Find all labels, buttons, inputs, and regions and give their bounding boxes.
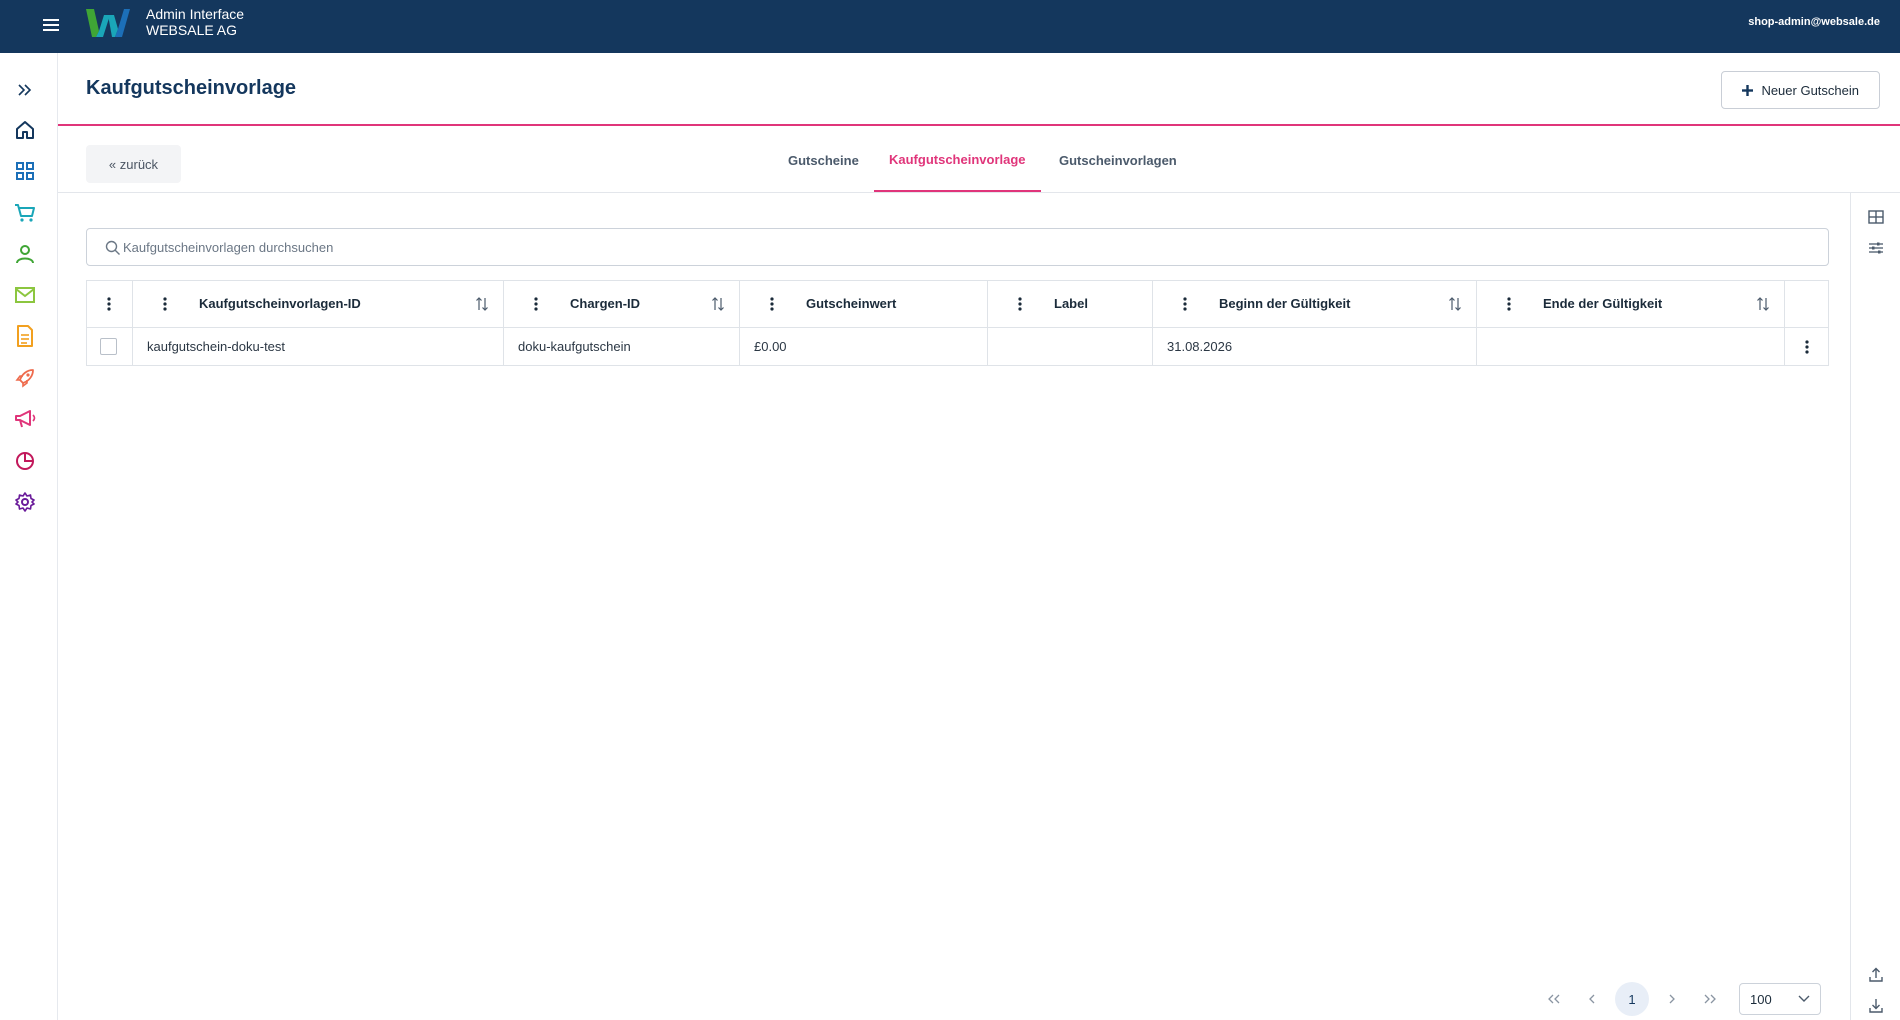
last-page-icon[interactable]: [1691, 982, 1729, 1016]
cell-label: [987, 328, 1152, 365]
cart-icon[interactable]: [12, 200, 38, 226]
first-page-icon[interactable]: [1535, 982, 1573, 1016]
brand-text: Admin Interface WEBSALE AG: [146, 6, 244, 38]
download-icon[interactable]: [1864, 994, 1888, 1018]
cell-template-id: kaufgutschein-doku-test: [132, 328, 503, 365]
brand-title: Admin Interface: [146, 6, 245, 22]
gear-icon[interactable]: [12, 489, 38, 515]
tab-bar: Gutscheine Kaufgutscheinvorlage Gutschei…: [58, 128, 1900, 193]
column-menu-icon[interactable]: [1499, 294, 1519, 314]
websale-logo[interactable]: [86, 7, 130, 39]
row-checkbox[interactable]: [100, 338, 117, 355]
page-header: Kaufgutscheinvorlage Neuer Gutschein: [58, 53, 1900, 126]
select-column-header: [87, 281, 132, 327]
table-header-row: Kaufgutscheinvorlagen-ID Chargen-ID Guts…: [87, 281, 1828, 327]
pie-chart-icon[interactable]: [12, 448, 38, 474]
search-input[interactable]: [123, 229, 1813, 265]
user-email[interactable]: shop-admin@websale.de: [1748, 16, 1880, 28]
table-row[interactable]: kaufgutschein-doku-test doku-kaufgutsche…: [87, 327, 1828, 365]
column-header-label: Chargen-ID: [570, 296, 641, 311]
column-header-label: Ende der Gültigkeit: [1543, 296, 1663, 311]
column-header-label: Label: [1054, 296, 1088, 311]
page-title: Kaufgutscheinvorlage: [86, 77, 297, 99]
brand-company: WEBSALE AG: [146, 22, 238, 38]
sort-icon[interactable]: [1754, 295, 1772, 313]
plus-icon: [1742, 84, 1754, 96]
previous-page-icon[interactable]: [1573, 982, 1611, 1016]
cell-voucher-value: £0.00: [739, 328, 987, 365]
right-tool-rail: [1850, 193, 1900, 1020]
column-header-label: Gutscheinwert: [806, 296, 897, 311]
cell-valid-until: [1476, 328, 1784, 365]
megaphone-icon[interactable]: [12, 406, 38, 432]
expand-icon[interactable]: [12, 77, 38, 103]
cell-value: doku-kaufgutschein: [518, 339, 631, 354]
current-page-button[interactable]: 1: [1615, 982, 1649, 1016]
column-header-label: Kaufgutscheinvorlagen-ID: [199, 296, 361, 311]
home-icon[interactable]: [12, 117, 38, 143]
pagination: 1 100: [1535, 982, 1821, 1016]
column-header-template-id[interactable]: Kaufgutscheinvorlagen-ID: [132, 281, 503, 327]
chevron-down-icon: [1798, 995, 1810, 1002]
cell-value: kaufgutschein-doku-test: [147, 339, 286, 354]
back-button[interactable]: « zurück: [86, 145, 181, 183]
row-select-cell: [87, 328, 132, 365]
column-menu-icon[interactable]: [762, 294, 782, 314]
row-menu-icon[interactable]: [1797, 337, 1817, 357]
sort-icon[interactable]: [709, 295, 727, 313]
cell-batch-id: doku-kaufgutschein: [503, 328, 739, 365]
column-header-valid-from[interactable]: Beginn der Gültigkeit: [1152, 281, 1476, 327]
cell-value: 31.08.2026: [1167, 339, 1233, 354]
new-voucher-button[interactable]: Neuer Gutschein: [1721, 71, 1880, 109]
hamburger-menu-icon[interactable]: [38, 12, 64, 38]
search-icon: [105, 240, 120, 255]
table-view-icon[interactable]: [1864, 205, 1888, 229]
page-size-value: 100: [1750, 991, 1772, 1007]
row-actions-cell: [1784, 328, 1828, 365]
top-bar: Admin Interface WEBSALE AG shop-admin@we…: [0, 0, 1900, 53]
left-navigation: [0, 53, 58, 1020]
actions-column-header: [1784, 281, 1828, 327]
mail-icon[interactable]: [12, 282, 38, 308]
document-icon[interactable]: [12, 323, 38, 349]
rocket-icon[interactable]: [12, 365, 38, 391]
sort-icon[interactable]: [1446, 295, 1464, 313]
search-bar: [86, 228, 1829, 266]
column-menu-icon[interactable]: [1010, 294, 1030, 314]
column-header-batch-id[interactable]: Chargen-ID: [503, 281, 739, 327]
voucher-template-table: Kaufgutscheinvorlagen-ID Chargen-ID Guts…: [86, 280, 1829, 366]
column-header-valid-until[interactable]: Ende der Gültigkeit: [1476, 281, 1784, 327]
column-header-voucher-value[interactable]: Gutscheinwert: [739, 281, 987, 327]
user-icon[interactable]: [12, 241, 38, 267]
column-menu-icon[interactable]: [99, 294, 119, 314]
tab-gutscheinvorlagen[interactable]: Gutscheinvorlagen: [1044, 128, 1192, 192]
cell-valid-from: 31.08.2026: [1152, 328, 1476, 365]
page-size-select[interactable]: 100: [1739, 983, 1821, 1015]
tab-gutscheine[interactable]: Gutscheine: [773, 128, 874, 192]
column-menu-icon[interactable]: [1175, 294, 1195, 314]
sort-icon[interactable]: [473, 295, 491, 313]
filter-settings-icon[interactable]: [1864, 236, 1888, 260]
column-header-label-col[interactable]: Label: [987, 281, 1152, 327]
sub-toolbar: Gutscheine Kaufgutscheinvorlage Gutschei…: [58, 128, 1900, 193]
tab-kaufgutscheinvorlage[interactable]: Kaufgutscheinvorlage: [874, 128, 1041, 192]
next-page-icon[interactable]: [1653, 982, 1691, 1016]
column-menu-icon[interactable]: [155, 294, 175, 314]
cell-value: £0.00: [754, 339, 787, 354]
upload-icon[interactable]: [1864, 963, 1888, 987]
column-menu-icon[interactable]: [526, 294, 546, 314]
new-voucher-label: Neuer Gutschein: [1761, 82, 1859, 98]
column-header-label: Beginn der Gültigkeit: [1219, 296, 1351, 311]
grid-icon[interactable]: [12, 158, 38, 184]
